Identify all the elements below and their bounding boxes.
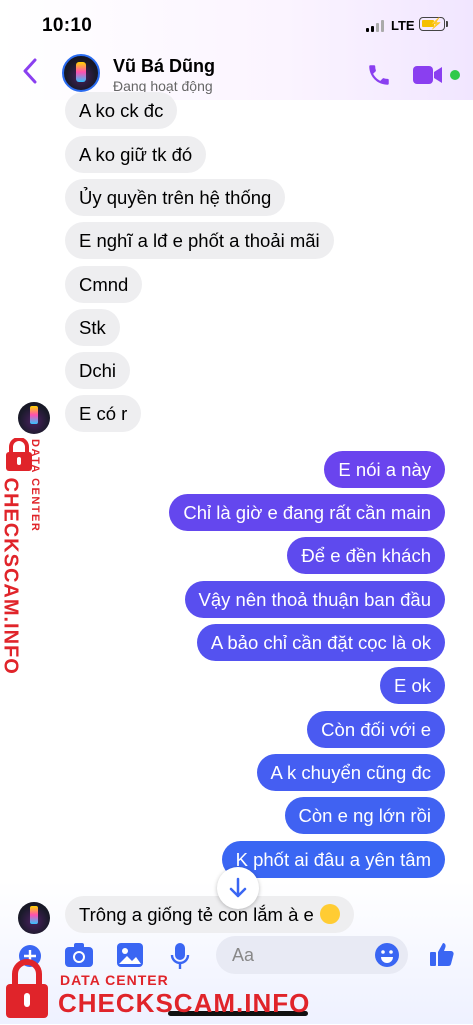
network-label: LTE (391, 18, 415, 33)
outgoing-message[interactable]: Vậy nên thoả thuận ban đầu (184, 581, 445, 618)
incoming-message[interactable]: A ko giữ tk đó (65, 136, 207, 173)
outgoing-message[interactable]: Chỉ là giờ e đang rất cần main (169, 494, 445, 531)
scroll-to-bottom-button[interactable] (217, 867, 259, 909)
watermark-side: DATA CENTER CHECKSCAM.INFO (0, 398, 56, 678)
battery-icon: ⚡ (419, 17, 445, 31)
incoming-message[interactable]: Cmnd (65, 266, 143, 303)
watermark-bottom-title: CHECKSCAM.INFO (58, 988, 311, 1018)
battery-cap (446, 21, 448, 27)
incoming-message[interactable]: E có r (65, 395, 142, 432)
outgoing-message[interactable]: Để e đền khách (287, 537, 445, 574)
message-input[interactable]: Aa (216, 936, 408, 974)
incoming-message[interactable]: E nghĩ a lđ e phốt a thoải mãi (65, 222, 334, 259)
photo-gallery-icon[interactable] (116, 942, 144, 973)
watermark-side-subtitle: DATA CENTER (29, 439, 41, 533)
signal-icon (366, 20, 386, 32)
outgoing-message[interactable]: E ok (379, 667, 445, 704)
thumbs-up-icon[interactable] (428, 940, 456, 973)
video-call-icon[interactable] (413, 65, 443, 85)
outgoing-message[interactable]: E nói a này (324, 451, 445, 488)
outgoing-message[interactable]: Còn e ng lớn rồi (284, 797, 445, 834)
chat-header: Vũ Bá Dũng Đang hoạt động (0, 50, 473, 100)
incoming-message-text: Trông a giống tẻ con lắm à e (79, 904, 314, 925)
incoming-message[interactable]: Ủy quyền trên hệ thống (65, 179, 286, 216)
incoming-message[interactable]: A ko ck đc (65, 92, 178, 129)
watermark-side-title: CHECKSCAM.INFO (0, 477, 22, 675)
outgoing-message[interactable]: A k chuyển cũng đc (256, 754, 445, 791)
outgoing-message[interactable]: Còn đối với e (307, 711, 445, 748)
phone-call-icon[interactable] (366, 62, 392, 88)
outgoing-message[interactable]: A bảo chỉ cần đặt cọc là ok (196, 624, 445, 661)
contact-name[interactable]: Vũ Bá Dũng (113, 56, 215, 77)
watermark-bottom-subtitle: DATA CENTER (60, 972, 169, 988)
microphone-icon[interactable] (170, 942, 190, 975)
status-bar: 10:10 LTE ⚡ (0, 0, 473, 50)
lock-icon (4, 958, 50, 1020)
back-icon[interactable] (22, 58, 38, 90)
incoming-message[interactable]: Stk (65, 309, 120, 346)
incoming-message[interactable]: Dchi (65, 352, 131, 389)
online-status-dot (450, 70, 460, 80)
camera-icon[interactable] (64, 942, 94, 973)
expressionless-face-emoji (319, 904, 340, 925)
message-input-placeholder: Aa (232, 945, 255, 965)
contact-avatar[interactable] (62, 54, 100, 92)
emoji-picker-icon[interactable] (374, 942, 400, 973)
status-time: 10:10 (42, 15, 93, 36)
